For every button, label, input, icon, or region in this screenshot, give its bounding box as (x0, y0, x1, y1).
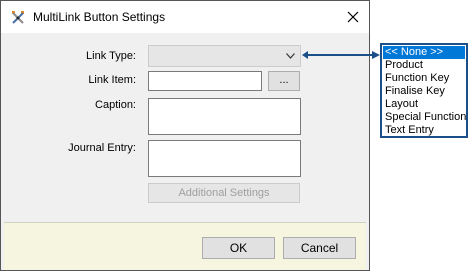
callout-arrow (302, 51, 380, 59)
cancel-button[interactable]: Cancel (283, 237, 356, 259)
journal-entry-label: Journal Entry: (68, 142, 136, 154)
link-type-dropdown-list: << None >> Product Function Key Finalise… (380, 43, 468, 138)
link-type-combobox[interactable] (148, 45, 301, 67)
dropdown-option[interactable]: Layout (383, 98, 465, 111)
multilink-tool-icon (10, 9, 26, 25)
dropdown-option[interactable]: Text Entry (383, 124, 465, 137)
ok-button[interactable]: OK (202, 237, 275, 259)
close-icon (347, 11, 359, 23)
caption-textarea[interactable] (148, 98, 301, 135)
window-title: MultiLink Button Settings (33, 10, 166, 24)
title-bar: MultiLink Button Settings (1, 1, 369, 33)
dropdown-option[interactable]: Special Function (383, 111, 466, 124)
dropdown-option[interactable]: Finalise Key (383, 85, 465, 98)
link-item-label: Link Item: (88, 74, 136, 86)
close-button[interactable] (337, 1, 369, 33)
chevron-down-icon (286, 53, 295, 59)
multilink-settings-dialog: MultiLink Button Settings Link Type: Lin… (0, 0, 370, 271)
link-item-input[interactable] (148, 71, 262, 91)
page: MultiLink Button Settings Link Type: Lin… (0, 0, 472, 272)
browse-button[interactable]: ... (268, 71, 300, 91)
link-type-label: Link Type: (86, 50, 136, 62)
dropdown-option[interactable]: Function Key (383, 72, 465, 85)
caption-label: Caption: (95, 99, 136, 111)
dropdown-option[interactable]: << None >> (383, 46, 465, 59)
additional-settings-button[interactable]: Additional Settings (148, 183, 300, 203)
journal-entry-textarea[interactable] (148, 140, 301, 177)
dropdown-option[interactable]: Product (383, 59, 465, 72)
